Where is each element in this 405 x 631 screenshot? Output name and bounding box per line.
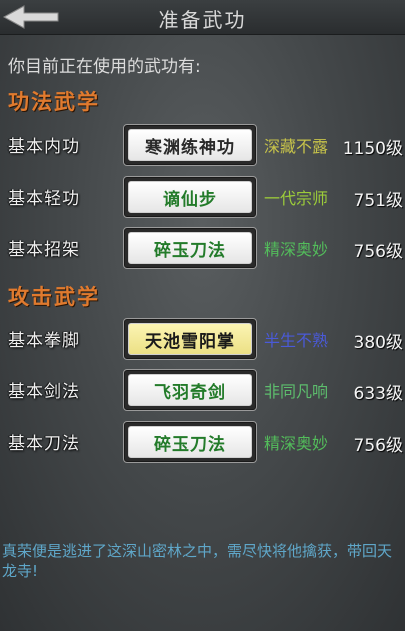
slot-label: 基本招架 (8, 240, 80, 260)
skill-name: 谪仙步 (163, 189, 217, 210)
skill-button[interactable]: 谪仙步 (128, 181, 252, 213)
rank-text: 精深奥妙 (264, 240, 329, 259)
skill-name: 天池雪阳掌 (145, 331, 235, 352)
slot-label: 基本拳脚 (8, 331, 80, 351)
level-text: 380级 (353, 333, 403, 353)
section-title-gongfa: 功法武学 (8, 89, 100, 114)
skill-slot-frame: 寒渊练神功 (123, 124, 257, 166)
page-title: 准备武功 (158, 8, 247, 32)
skill-name: 飞羽奇剑 (154, 382, 226, 403)
skill-row: 基本招架 碎玉刀法 精深奥妙 756级 (0, 227, 405, 269)
skill-slot-frame: 碎玉刀法 (123, 421, 257, 463)
slot-label: 基本轻功 (8, 189, 80, 209)
skill-row: 基本拳脚 天池雪阳掌 半生不熟 380级 (0, 318, 405, 360)
skill-button[interactable]: 碎玉刀法 (128, 426, 252, 458)
top-bar: 准备武功 (0, 0, 405, 35)
skill-button[interactable]: 寒渊练神功 (128, 129, 252, 161)
level-text: 756级 (353, 436, 403, 456)
skill-row: 基本轻功 谪仙步 一代宗师 751级 (0, 176, 405, 218)
skill-name: 碎玉刀法 (154, 434, 226, 455)
skill-name: 碎玉刀法 (154, 240, 226, 261)
slot-label: 基本刀法 (8, 434, 80, 454)
level-text: 751级 (353, 191, 403, 211)
rank-text: 半生不熟 (264, 331, 329, 350)
rank-text: 深藏不露 (264, 137, 329, 156)
skill-slot-frame: 天池雪阳掌 (123, 318, 257, 360)
skill-slot-frame: 飞羽奇剑 (123, 369, 257, 411)
skill-row: 基本内功 寒渊练神功 深藏不露 1150级 (0, 124, 405, 166)
skill-row: 基本刀法 碎玉刀法 精深奥妙 756级 (0, 421, 405, 463)
section-title-gongji: 攻击武学 (8, 284, 100, 309)
current-skills-label: 你目前正在使用的武功有: (8, 57, 201, 77)
skill-row: 基本剑法 飞羽奇剑 非同凡响 633级 (0, 369, 405, 411)
slot-label: 基本剑法 (8, 382, 80, 402)
skill-slot-frame: 碎玉刀法 (123, 227, 257, 269)
skill-button[interactable]: 碎玉刀法 (128, 232, 252, 264)
slot-label: 基本内功 (8, 137, 80, 157)
skill-slot-frame: 谪仙步 (123, 176, 257, 218)
skill-name: 寒渊练神功 (145, 137, 235, 158)
level-text: 756级 (353, 242, 403, 262)
rank-text: 精深奥妙 (264, 434, 329, 453)
story-message: 真荣便是逃进了这深山密林之中，需尽快将他擒获，带回天龙寺! (2, 542, 393, 580)
rank-text: 非同凡响 (264, 382, 329, 401)
rank-text: 一代宗师 (264, 189, 329, 208)
skill-button[interactable]: 飞羽奇剑 (128, 374, 252, 406)
skill-button[interactable]: 天池雪阳掌 (128, 323, 252, 355)
level-text: 1150级 (342, 139, 403, 159)
level-text: 633级 (353, 384, 403, 404)
